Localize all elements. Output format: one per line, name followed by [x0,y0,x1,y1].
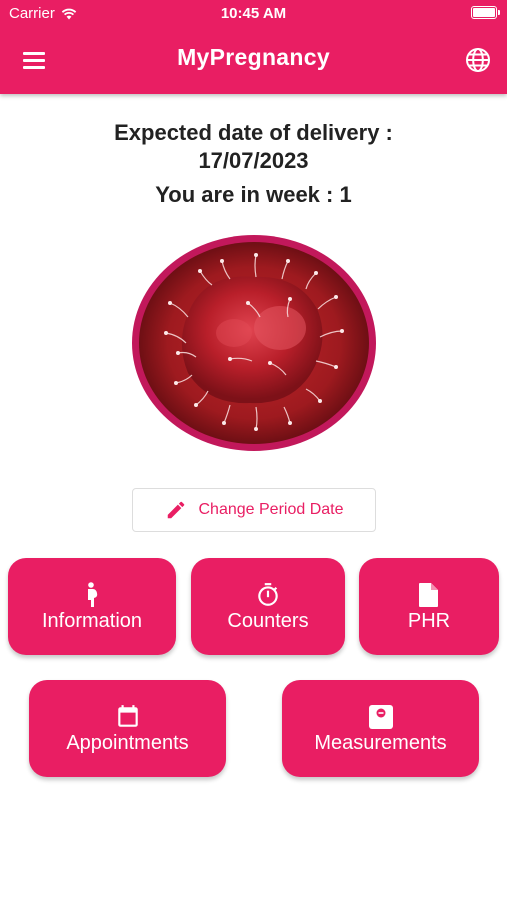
stopwatch-icon [258,582,278,606]
delivery-date-value: 17/07/2023 [198,148,309,173]
document-icon [419,582,438,607]
tile-counters-label: Counters [227,609,309,632]
tile-measurements-label: Measurements [314,731,447,754]
tile-phr[interactable]: PHR [359,558,499,655]
status-time: 10:45 AM [220,5,287,22]
tile-phr-label: PHR [407,609,451,632]
language-button[interactable] [464,46,492,74]
pregnant-woman-icon [88,581,98,607]
tile-appointments[interactable]: Appointments [29,680,226,777]
calendar-icon [117,704,138,727]
app-title: MyPregnancy [177,44,330,70]
tile-information[interactable]: Information [8,558,176,655]
scale-icon [368,704,393,729]
change-period-date-label: Change Period Date [198,501,344,518]
change-period-date-button[interactable]: Change Period Date [132,488,376,532]
delivery-date-label: Expected date of delivery : [114,120,393,145]
tile-information-label: Information [41,609,143,632]
globe-icon [466,48,490,72]
current-week-text: You are in week : 1 [155,182,352,207]
app-bar: Carrier 10:45 AM MyPregnancy [0,0,507,94]
tile-appointments-label: Appointments [66,731,189,754]
battery-icon [471,6,500,19]
tile-measurements[interactable]: Measurements [282,680,479,777]
tile-counters[interactable]: Counters [191,558,345,655]
status-bar: Carrier 10:45 AM [0,0,507,28]
pencil-icon [167,501,184,519]
week-illustration [130,233,378,453]
